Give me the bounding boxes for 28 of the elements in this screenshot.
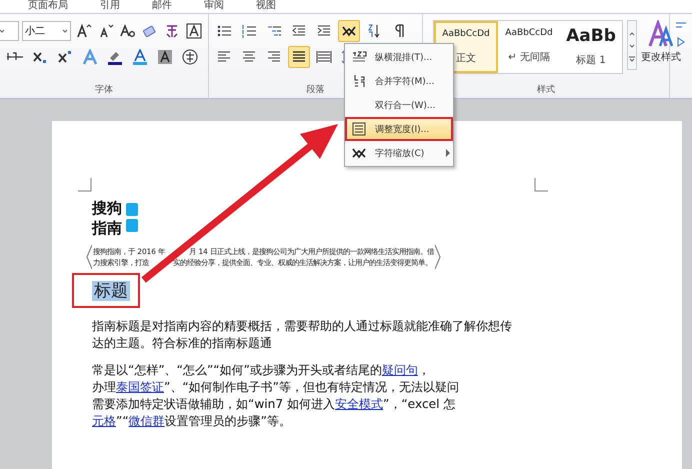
menu-item[interactable]: 双行合一(W)...: [345, 93, 453, 117]
group-label: 字体: [94, 84, 114, 97]
body-text: 达的主题。符合标准的指南标题通: [92, 335, 273, 352]
font-size-field[interactable]: 小二: [22, 21, 72, 41]
body-text: 需要添加特定状语做辅助，如“win7 如何进入安全模式”，“excel 怎: [92, 396, 456, 413]
logo-text: 指南: [92, 218, 122, 238]
menu-item[interactable]: 调整宽度(I)...: [345, 117, 453, 141]
style-item[interactable]: AaBbCcDd ↵ 无间隔: [498, 21, 560, 71]
change-styles-button[interactable]: 更改样式: [641, 20, 681, 64]
link[interactable]: 微信群: [128, 414, 165, 428]
logo-text: 搜狗: [92, 198, 122, 218]
body-text: 指南标题是对指南内容的精要概括，需要帮助的人通过标题就能准确了解你想传: [92, 318, 513, 335]
link[interactable]: 疑问句: [382, 363, 418, 377]
link[interactable]: 安全模式: [335, 397, 384, 411]
body-text: 办理泰国签证”、“如何制作电子书”等，但也有特定情况，无法以疑问: [92, 379, 460, 396]
menu-item[interactable]: 字符缩放(C): [345, 141, 453, 165]
group-label: 段落: [306, 84, 326, 97]
heading-text: 标题: [92, 281, 130, 301]
style-item[interactable]: AaBb 标题 1: [560, 21, 622, 71]
body-text: 常是以“怎样”、“怎么”“如何”或步骤为开头或者结尾的疑问句，: [92, 362, 431, 379]
ribbon-tab[interactable]: 引用: [100, 0, 120, 13]
ribbon-tab[interactable]: 页面布局: [28, 0, 68, 13]
group-label: 样式: [536, 84, 556, 97]
ribbon-tab[interactable]: 视图: [256, 0, 276, 13]
body-text: 元格”“微信群设置管理员的步骤”等。: [92, 413, 292, 430]
link[interactable]: 泰国签证: [116, 380, 164, 394]
ribbon-tab[interactable]: 邮件: [152, 0, 172, 13]
link[interactable]: 元格: [92, 414, 116, 428]
